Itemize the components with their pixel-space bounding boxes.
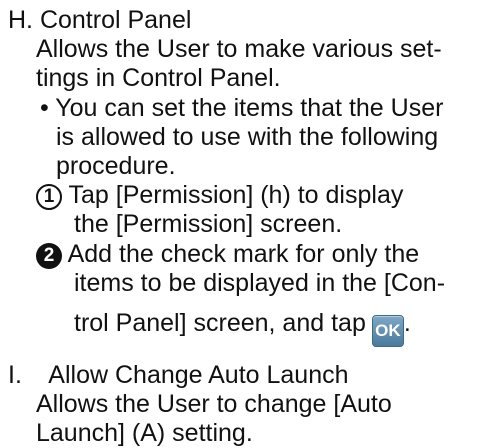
bullet-line-3: procedure. [56, 152, 176, 180]
ok-button-icon: OK [371, 315, 404, 347]
bullet-line-1: • You can set the items that the User [40, 94, 444, 122]
step-1-marker: 1 [36, 184, 62, 210]
step-2-text-line-2: items to be displayed in the [Con- [74, 269, 446, 297]
step-2-text-line-3: trol Panel] screen, and tap OK. [74, 309, 411, 347]
section-h-description-line-1: Allows the User to make various set- [36, 35, 442, 63]
section-i-heading: I. Allow Change Auto Launch [8, 361, 349, 389]
manual-page: H. Control Panel Allows the User to make… [0, 0, 488, 447]
section-h-heading: H. Control Panel [8, 6, 192, 34]
step-2-end-punctuation: . [403, 309, 411, 337]
step-2: 2 Add the check mark for only the [36, 240, 419, 269]
step-2-marker: 2 [36, 243, 62, 269]
section-h-description-line-2: tings in Control Panel. [36, 64, 281, 92]
step-1-text: Tap [Permission] (h) to display [68, 181, 404, 209]
section-i-description-line-1: Allows the User to change [Auto [36, 390, 392, 418]
step-2-text-line-3-body: trol Panel] screen, and tap [74, 309, 366, 337]
step-1-text-continued: the [Permission] screen. [74, 210, 343, 238]
step-2-text: Add the check mark for only the [67, 240, 420, 268]
section-i-description-line-2: Launch] (A) setting. [36, 419, 253, 447]
bullet-line-2: is allowed to use with the following [56, 123, 439, 151]
step-1: 1 Tap [Permission] (h) to display [36, 181, 403, 210]
